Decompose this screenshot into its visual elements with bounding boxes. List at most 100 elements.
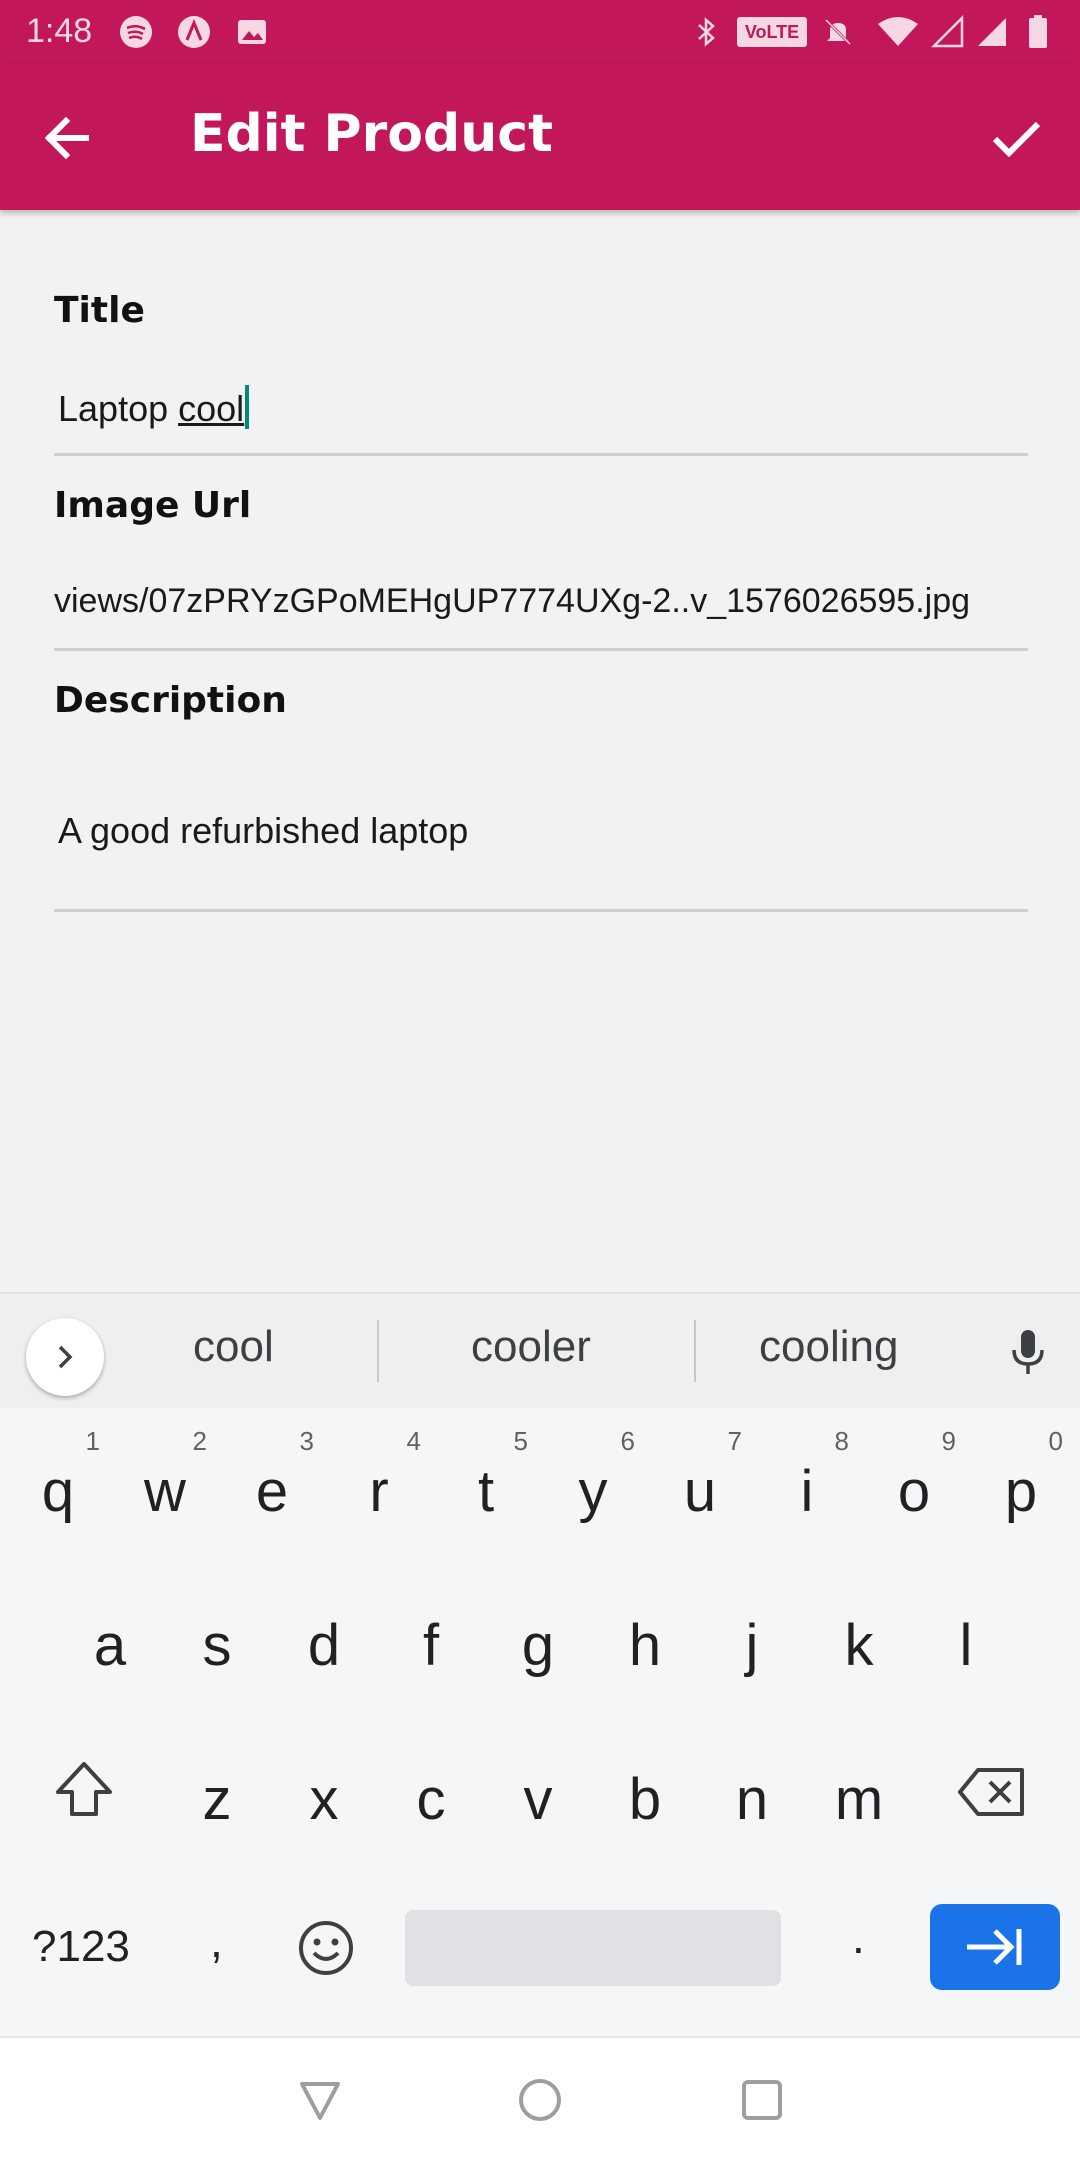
key-g[interactable]: g <box>488 1572 588 1702</box>
key-char: f <box>422 1613 440 1678</box>
key-char: b <box>628 1767 662 1832</box>
key-hint: 0 <box>1048 1426 1063 1456</box>
home-circle-icon[interactable] <box>516 2076 564 2124</box>
key-u[interactable]: 7u <box>650 1418 750 1548</box>
image-url-text: views/07zPRYzGPoMEHgUP7774UXg-2..v_15760… <box>54 582 971 620</box>
key-q[interactable]: 1q <box>8 1418 108 1548</box>
arrow-left-icon[interactable] <box>38 108 98 168</box>
title-input-value[interactable]: Laptop cool <box>58 385 250 430</box>
key-b[interactable]: b <box>595 1726 695 1856</box>
key-i[interactable]: 8i <box>757 1418 857 1548</box>
key-h[interactable]: h <box>595 1572 695 1702</box>
key-t[interactable]: 5t <box>436 1418 536 1548</box>
key-x[interactable]: x <box>274 1726 374 1856</box>
key-char: p <box>1004 1459 1038 1524</box>
status-bar: 1:48 VoLTE <box>0 0 1080 64</box>
backspace-icon[interactable] <box>956 1764 1028 1820</box>
tab-next-icon <box>967 1929 1022 1965</box>
key-l[interactable]: l <box>916 1572 1016 1702</box>
microphone-icon[interactable] <box>1000 1324 1056 1380</box>
key-p[interactable]: 0p <box>971 1418 1071 1548</box>
image-icon <box>238 20 266 44</box>
next-field-button[interactable] <box>930 1904 1060 1990</box>
chevron-right-icon <box>58 1345 73 1369</box>
key-k[interactable]: k <box>809 1572 909 1702</box>
key-e[interactable]: 3e <box>222 1418 322 1548</box>
emoji-icon[interactable] <box>296 1918 356 1978</box>
key-char: s <box>202 1613 232 1678</box>
key-n[interactable]: n <box>702 1726 802 1856</box>
back-triangle-icon[interactable] <box>296 2076 344 2124</box>
title-label: Title <box>54 290 145 331</box>
key-c[interactable]: c <box>381 1726 481 1856</box>
suggestion-divider <box>694 1320 696 1382</box>
key-hint: 5 <box>513 1426 528 1456</box>
key-char: h <box>628 1613 662 1678</box>
key-char: q <box>41 1459 75 1524</box>
signal-empty-icon <box>930 14 964 48</box>
key-w[interactable]: 2w <box>115 1418 215 1548</box>
key-char: m <box>834 1767 884 1832</box>
key-o[interactable]: 9o <box>864 1418 964 1548</box>
image-url-label: Image Url <box>54 485 252 526</box>
suggestion-3[interactable]: cooling <box>759 1322 898 1372</box>
key-s[interactable]: s <box>167 1572 267 1702</box>
key-r[interactable]: 4r <box>329 1418 429 1548</box>
suggestion-divider <box>377 1320 379 1382</box>
expand-toolbar-button[interactable] <box>26 1318 104 1396</box>
space-key[interactable] <box>405 1910 781 1986</box>
shift-icon[interactable] <box>52 1758 116 1822</box>
recents-square-icon[interactable] <box>738 2076 786 2124</box>
key-hint: 4 <box>406 1426 421 1456</box>
battery-icon <box>1029 15 1047 48</box>
suggestion-strip: cool cooler cooling <box>0 1294 1080 1408</box>
key-char: l <box>959 1613 973 1678</box>
key-char: e <box>255 1459 289 1524</box>
keyboard: cool cooler cooling 1q 2w 3e 4r 5t 6y 7u… <box>0 1292 1080 2036</box>
check-icon[interactable] <box>986 108 1046 168</box>
key-hint: 1 <box>85 1426 100 1456</box>
title-value-composing: cool <box>178 388 245 429</box>
key-char: y <box>578 1459 608 1524</box>
key-char: c <box>416 1767 446 1832</box>
key-j[interactable]: j <box>702 1572 802 1702</box>
key-char: j <box>745 1613 759 1678</box>
key-char: v <box>523 1767 553 1832</box>
key-char: u <box>683 1459 717 1524</box>
key-d[interactable]: d <box>274 1572 374 1702</box>
key-v[interactable]: v <box>488 1726 588 1856</box>
description-input-value[interactable]: A good refurbished laptop <box>58 810 468 852</box>
key-char: r <box>369 1459 389 1524</box>
symbols-key[interactable]: ?123 <box>32 1922 130 1972</box>
signal-icon <box>978 18 1006 46</box>
suggestion-2[interactable]: cooler <box>471 1322 591 1372</box>
key-char: i <box>800 1459 814 1524</box>
period-key[interactable]: . <box>852 1910 865 1964</box>
key-m[interactable]: m <box>809 1726 909 1856</box>
key-f[interactable]: f <box>381 1572 481 1702</box>
key-y[interactable]: 6y <box>543 1418 643 1548</box>
key-hint: 3 <box>299 1426 314 1456</box>
image-url-input-value[interactable]: views/07zPRYzGPoMEHgUP7774UXg-2..v_15760… <box>54 582 1026 621</box>
comma-key[interactable]: , <box>210 1914 223 1968</box>
key-char: z <box>202 1767 232 1832</box>
navigation-bar <box>0 2036 1080 2160</box>
title-value-prefix: Laptop <box>58 388 179 429</box>
key-char: n <box>735 1767 769 1832</box>
key-char: g <box>521 1613 555 1678</box>
key-hint: 6 <box>620 1426 635 1456</box>
key-char: a <box>93 1613 127 1678</box>
text-caret <box>245 385 250 429</box>
key-char: o <box>897 1459 931 1524</box>
suggestion-1[interactable]: cool <box>193 1322 274 1372</box>
wifi-icon <box>878 17 918 46</box>
spotify-icon <box>120 16 152 48</box>
key-hint: 9 <box>941 1426 956 1456</box>
key-char: t <box>477 1459 495 1524</box>
key-char: w <box>144 1459 186 1524</box>
key-char: k <box>844 1613 874 1678</box>
key-hint: 2 <box>192 1426 207 1456</box>
key-a[interactable]: a <box>60 1572 160 1702</box>
page-title: Edit Product <box>190 104 553 164</box>
key-z[interactable]: z <box>167 1726 267 1856</box>
